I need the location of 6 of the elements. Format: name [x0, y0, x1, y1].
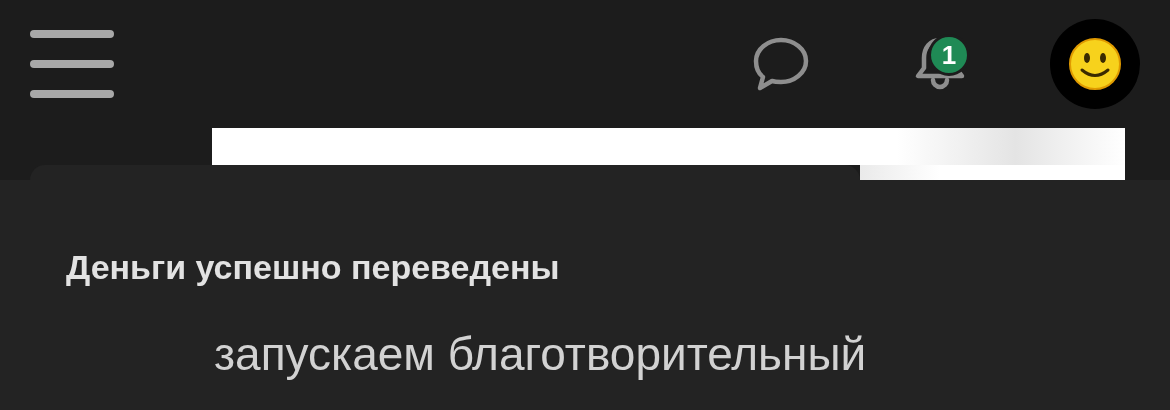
menu-icon[interactable]: [30, 29, 114, 99]
chat-icon[interactable]: [752, 36, 810, 92]
notification-badge: 1: [928, 34, 970, 76]
smiley-icon: [1068, 37, 1122, 91]
toast-title: Деньги успешно переведены: [66, 248, 561, 287]
body-text: запускаем благотворительный: [214, 327, 868, 381]
